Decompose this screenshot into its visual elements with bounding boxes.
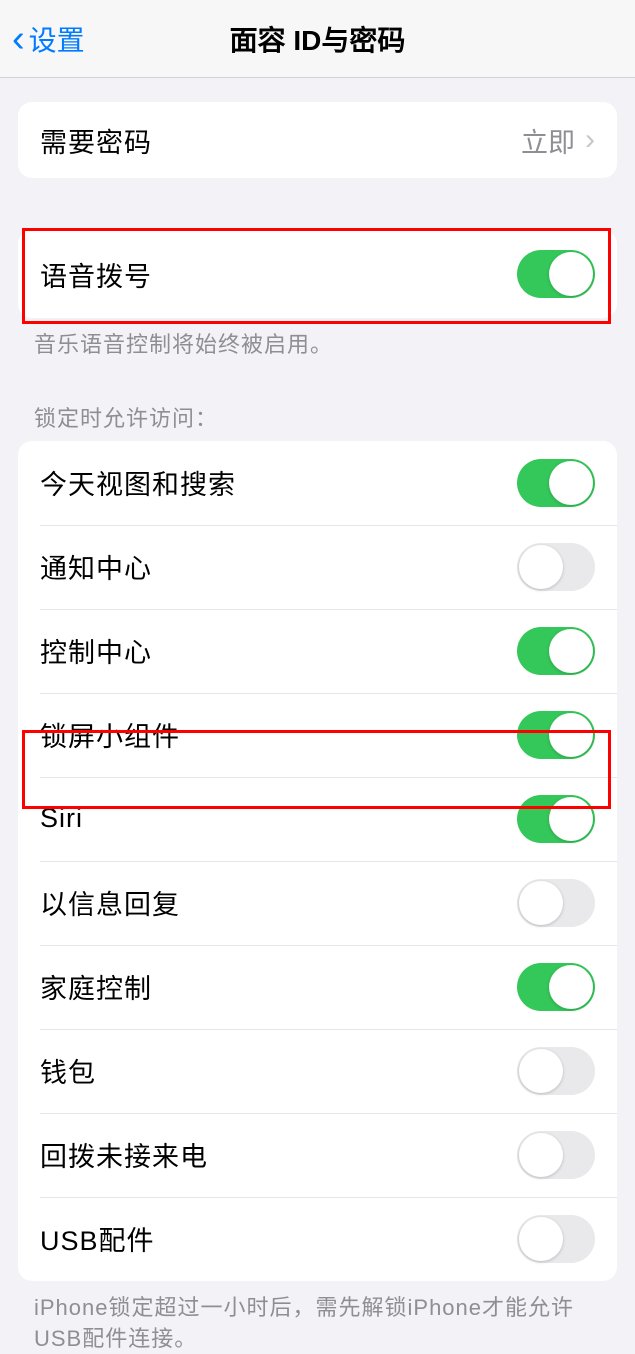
lock-access-toggle[interactable]	[517, 1131, 595, 1179]
lock-access-toggle[interactable]	[517, 795, 595, 843]
lock-access-row: 钱包	[18, 1029, 617, 1113]
lock-access-label: Siri	[40, 803, 83, 834]
lock-access-row: 家庭控制	[18, 945, 617, 1029]
lock-access-row: 以信息回复	[18, 861, 617, 945]
lock-access-label: 锁屏小组件	[40, 715, 180, 754]
back-button[interactable]: ‹ 设置	[12, 19, 85, 59]
require-passcode-value-wrap: 立即 ›	[521, 121, 595, 160]
chevron-left-icon: ‹	[12, 20, 25, 58]
lock-access-label: 回拨未接来电	[40, 1135, 208, 1174]
voice-dial-toggle[interactable]	[517, 250, 595, 298]
lock-access-label: 以信息回复	[40, 883, 180, 922]
toggle-knob	[519, 1049, 563, 1093]
toggle-knob	[519, 545, 563, 589]
lock-access-label: 钱包	[40, 1051, 96, 1090]
lock-access-toggle[interactable]	[517, 1215, 595, 1263]
lock-access-toggle[interactable]	[517, 963, 595, 1011]
lock-access-header: 锁定时允许访问：	[0, 361, 635, 439]
lock-access-label: USB配件	[40, 1219, 155, 1258]
lock-access-toggle[interactable]	[517, 627, 595, 675]
lock-access-toggle[interactable]	[517, 459, 595, 507]
require-passcode-value: 立即	[521, 121, 575, 160]
nav-header: ‹ 设置 面容 ID与密码	[0, 0, 635, 78]
lock-access-toggle[interactable]	[517, 543, 595, 591]
toggle-knob	[519, 881, 563, 925]
toggle-knob	[519, 1217, 563, 1261]
require-passcode-label: 需要密码	[40, 121, 152, 160]
lock-access-row: 今天视图和搜索	[18, 441, 617, 525]
page-title: 面容 ID与密码	[230, 19, 406, 59]
lock-access-label: 控制中心	[40, 631, 152, 670]
toggle-knob	[549, 629, 593, 673]
passcode-group: 需要密码 立即 ›	[18, 102, 617, 178]
lock-access-group: 今天视图和搜索通知中心控制中心锁屏小组件 Siri 以信息回复家庭控制钱包回拨未接来…	[18, 441, 617, 1281]
chevron-right-icon: ›	[585, 125, 595, 155]
voice-dial-label: 语音拨号	[40, 255, 152, 294]
lock-access-label: 今天视图和搜索	[40, 463, 236, 502]
toggle-knob	[549, 461, 593, 505]
lock-access-label: 家庭控制	[40, 967, 152, 1006]
lock-access-row: 控制中心	[18, 609, 617, 693]
lock-access-row: 通知中心	[18, 525, 617, 609]
lock-access-row: 回拨未接来电	[18, 1113, 617, 1197]
lock-access-toggle[interactable]	[517, 879, 595, 927]
lock-access-row: 锁屏小组件	[18, 693, 617, 777]
lock-access-toggle[interactable]	[517, 1047, 595, 1095]
require-passcode-row[interactable]: 需要密码 立即 ›	[18, 102, 617, 178]
voice-dial-row: 语音拨号	[18, 230, 617, 318]
lock-access-toggle[interactable]	[517, 711, 595, 759]
voice-dial-footer: 音乐语音控制将始终被启用。	[0, 318, 635, 361]
usb-footer: iPhone锁定超过一小时后，需先解锁iPhone才能允许USB配件连接。	[0, 1281, 635, 1354]
toggle-knob	[549, 797, 593, 841]
toggle-knob	[519, 1133, 563, 1177]
toggle-knob	[549, 965, 593, 1009]
toggle-knob	[549, 713, 593, 757]
voice-dial-group: 语音拨号	[18, 230, 617, 318]
back-label: 设置	[29, 19, 85, 59]
lock-access-row: USB配件	[18, 1197, 617, 1281]
lock-access-row: Siri	[18, 777, 617, 861]
lock-access-label: 通知中心	[40, 547, 152, 586]
toggle-knob	[549, 252, 593, 296]
